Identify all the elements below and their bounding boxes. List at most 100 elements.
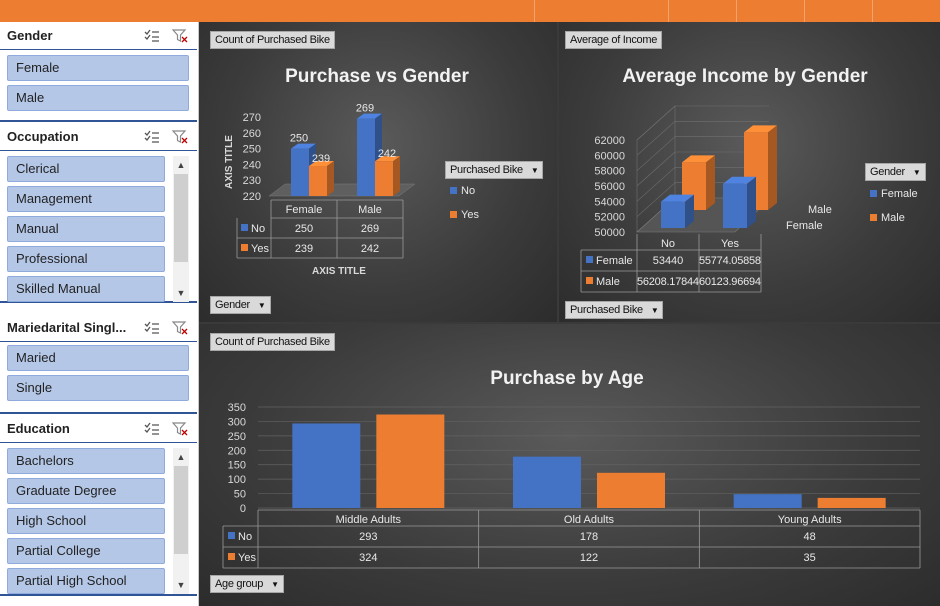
legend-field-dropdown[interactable]: Gender ▼ (865, 163, 926, 181)
y-tick-label: 150 (228, 460, 246, 472)
slicer-item-bachelors[interactable]: Bachelors (7, 448, 165, 474)
slicer-item-partial-college[interactable]: Partial College (7, 538, 165, 564)
dashboard-area: Count of Purchased Bike Purchase vs Gend… (199, 22, 940, 606)
gridline (636, 121, 676, 156)
slicer-item-professional[interactable]: Professional (7, 246, 165, 272)
scrollbar-thumb[interactable] (174, 174, 188, 262)
legend-key (450, 211, 457, 218)
column-gridline (872, 0, 873, 22)
multi-select-icon[interactable] (141, 318, 163, 338)
table-cell: 60123.96694 (699, 276, 761, 288)
slicer-title: Education (7, 421, 70, 436)
dropdown-label: Purchased Bike (450, 164, 523, 176)
chevron-up-icon[interactable]: ▲ (173, 450, 189, 464)
table-cell: 56208.17844 (637, 276, 699, 288)
y-tick-label: 240 (243, 159, 261, 171)
bar-no-old-adults (513, 456, 581, 508)
slicer-panel: Gender Female Male Occupation Clerical M… (0, 22, 199, 606)
clear-filter-icon[interactable] (169, 318, 191, 338)
y-tick-label: 220 (243, 191, 261, 203)
category-label: Male (358, 204, 382, 216)
slicer-item-clerical[interactable]: Clerical (7, 156, 165, 182)
slicer-item-graduate-degree[interactable]: Graduate Degree (7, 478, 165, 504)
y-tick-label: 62000 (594, 135, 625, 147)
y-tick-label: 58000 (594, 166, 625, 178)
legend-key (870, 190, 877, 197)
data-table: Middle Adults Old Adults Young Adults No 293… (222, 509, 921, 569)
slicer-gender: Gender Female Male (0, 22, 197, 122)
table-cell: 53440 (653, 255, 684, 267)
multi-select-icon[interactable] (141, 26, 163, 46)
dropdown-caret-icon: ▼ (257, 301, 266, 310)
category-label: Middle Adults (336, 514, 402, 526)
y-tick-label: 0 (240, 503, 246, 515)
slicer-marital-status: Mariedarital Singl... Maried Single (0, 314, 197, 414)
y-tick-label: 270 (243, 112, 261, 124)
depth-label: Male (808, 204, 832, 216)
chart-title: Average Income by Gender (622, 66, 868, 87)
slicer-title: Gender (7, 28, 53, 43)
gridline (636, 136, 676, 171)
multi-select-icon[interactable] (141, 419, 163, 439)
table-cell: 55774.05858 (699, 255, 761, 267)
slicer-item-high-school[interactable]: High School (7, 508, 165, 534)
chevron-down-icon[interactable]: ▼ (173, 578, 189, 592)
slicer-item-partial-high-school[interactable]: Partial High School (7, 568, 165, 594)
axis-field-dropdown[interactable]: Gender ▼ (210, 296, 271, 314)
chart-canvas: Purchase by Age 350 300 250 200 150 100 50 0 Mi… (222, 368, 921, 569)
dropdown-label: Gender (215, 299, 250, 311)
legend-key (228, 532, 235, 539)
slicer-item-single[interactable]: Single (7, 375, 189, 401)
legend-label: Yes (461, 209, 479, 221)
clear-filter-icon[interactable] (169, 419, 191, 439)
row-label: Yes (238, 552, 256, 564)
slicer-item-male[interactable]: Male (7, 85, 189, 111)
dropdown-caret-icon: ▼ (912, 168, 921, 177)
legend-label: Male (881, 212, 905, 224)
slicer-item-management[interactable]: Management (7, 186, 165, 212)
axis-field-dropdown[interactable]: Age group ▼ (210, 575, 284, 593)
row-label: Yes (251, 243, 269, 255)
chevron-down-icon[interactable]: ▼ (173, 286, 189, 300)
column-gridline (668, 0, 669, 22)
bar-no-male (357, 118, 375, 196)
axis-field-dropdown[interactable]: Purchased Bike ▼ (565, 301, 664, 319)
y-tick-label: 250 (228, 431, 246, 443)
table-cell: 269 (361, 223, 379, 235)
y-axis-ticks: 62000 60000 58000 56000 54000 52000 50000 (594, 135, 625, 239)
legend-field-dropdown[interactable]: Purchased Bike ▼ (445, 161, 544, 179)
table-cell: 324 (359, 552, 377, 564)
category-label: No (661, 238, 675, 250)
bar-yes-young-adults (817, 497, 886, 508)
bar-no-female (291, 148, 309, 196)
chart-purchase-vs-gender[interactable]: Count of Purchased Bike Purchase vs Gend… (199, 22, 557, 322)
clear-filter-icon[interactable] (169, 26, 191, 46)
slicer-education: Education Bachelors Graduate Degree High… (0, 414, 197, 596)
data-table: No Yes Female 53440 55774.05858 Male 56208.178… (580, 234, 762, 293)
slicer-item-female[interactable]: Female (7, 55, 189, 81)
slicer-scrollbar[interactable]: ▲ ▼ (173, 448, 189, 594)
x-axis-title: AXIS TITLE (312, 266, 366, 277)
data-label: 239 (312, 153, 330, 165)
slicer-item-skilled-manual[interactable]: Skilled Manual (7, 276, 165, 302)
category-label: Old Adults (564, 514, 615, 526)
y-tick-label: 56000 (594, 181, 625, 193)
slicer-item-maried[interactable]: Maried (7, 345, 189, 371)
y-tick-label: 50 (234, 489, 246, 501)
depth-axis-labels: Male Female (786, 204, 832, 232)
clear-filter-icon[interactable] (169, 127, 191, 147)
data-table: Female Male No 250 269 Yes 239 242 (236, 199, 404, 259)
chart-purchase-by-age[interactable]: Count of Purchased Bike Purchase by Age … (199, 324, 940, 606)
bar-yes-middle-adults (376, 414, 445, 508)
slicer-item-manual[interactable]: Manual (7, 216, 165, 242)
dropdown-label: Gender (870, 166, 905, 178)
slicer-scrollbar[interactable]: ▲ ▼ (173, 156, 189, 302)
chart-title: Purchase vs Gender (285, 66, 469, 87)
multi-select-icon[interactable] (141, 127, 163, 147)
y-tick-label: 260 (243, 128, 261, 140)
slicer-title: Occupation (7, 129, 79, 144)
chart-average-income-by-gender[interactable]: Average of Income Average Income by Gend… (559, 22, 940, 322)
chevron-up-icon[interactable]: ▲ (173, 158, 189, 172)
legend-key (241, 224, 248, 231)
scrollbar-thumb[interactable] (174, 466, 188, 554)
